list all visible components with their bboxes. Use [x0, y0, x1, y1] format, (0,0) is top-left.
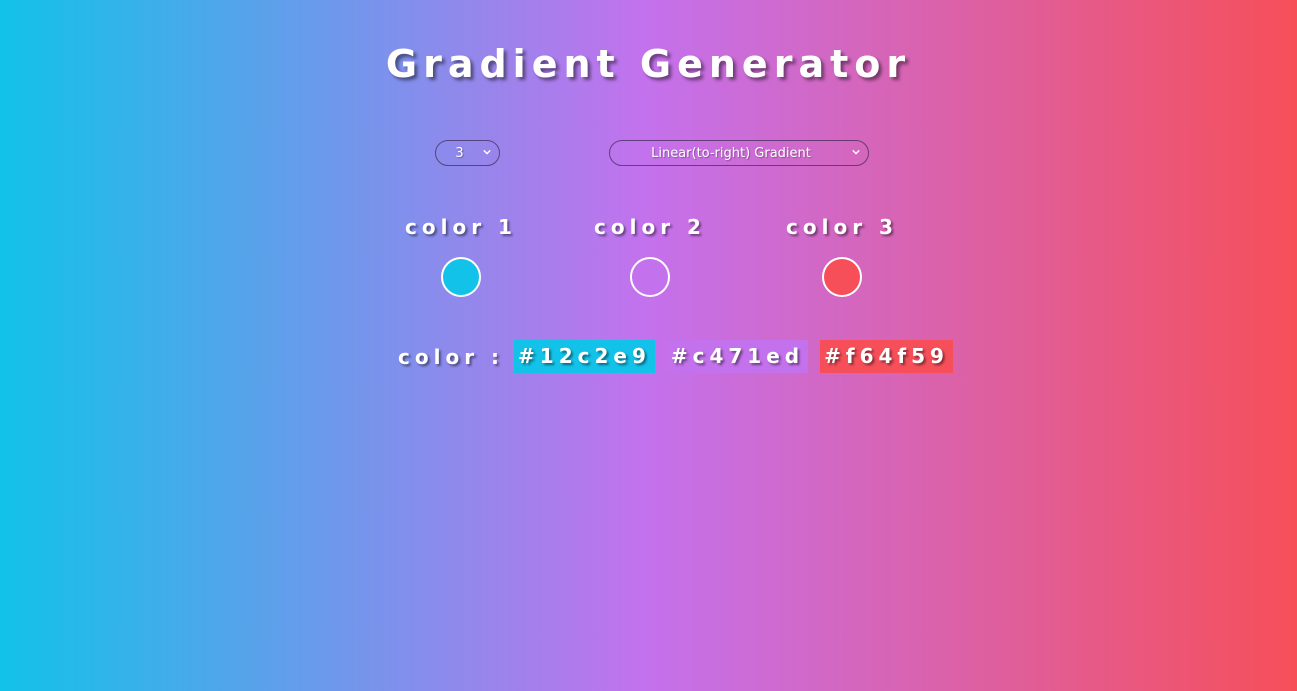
- color-2-picker[interactable]: [630, 257, 670, 297]
- color-count-value: 3: [455, 145, 464, 161]
- color-1-label: color 1: [405, 215, 517, 239]
- color-readout: color : #12c2e9 #c471ed #f64f59: [398, 340, 965, 373]
- color-3-group: color 3: [762, 212, 922, 297]
- gradient-type-value: Linear(to-right) Gradient: [651, 145, 811, 161]
- color-count-select[interactable]: 3: [435, 140, 500, 166]
- hex-value-2: #c471ed: [666, 340, 809, 373]
- hex-value-3: #f64f59: [820, 340, 953, 373]
- color-2-group: color 2: [570, 212, 730, 297]
- color-1-group: color 1: [381, 212, 541, 297]
- color-3-label: color 3: [786, 215, 898, 239]
- page-title: Gradient Generator: [385, 42, 912, 86]
- chevron-down-icon: [483, 149, 491, 155]
- readout-prefix: color :: [398, 344, 505, 369]
- color-3-picker[interactable]: [822, 257, 862, 297]
- color-2-label: color 2: [594, 215, 706, 239]
- chevron-down-icon: [852, 149, 860, 155]
- color-1-picker[interactable]: [441, 257, 481, 297]
- hex-value-1: #12c2e9: [514, 340, 655, 373]
- gradient-type-select[interactable]: Linear(to-right) Gradient: [609, 140, 869, 166]
